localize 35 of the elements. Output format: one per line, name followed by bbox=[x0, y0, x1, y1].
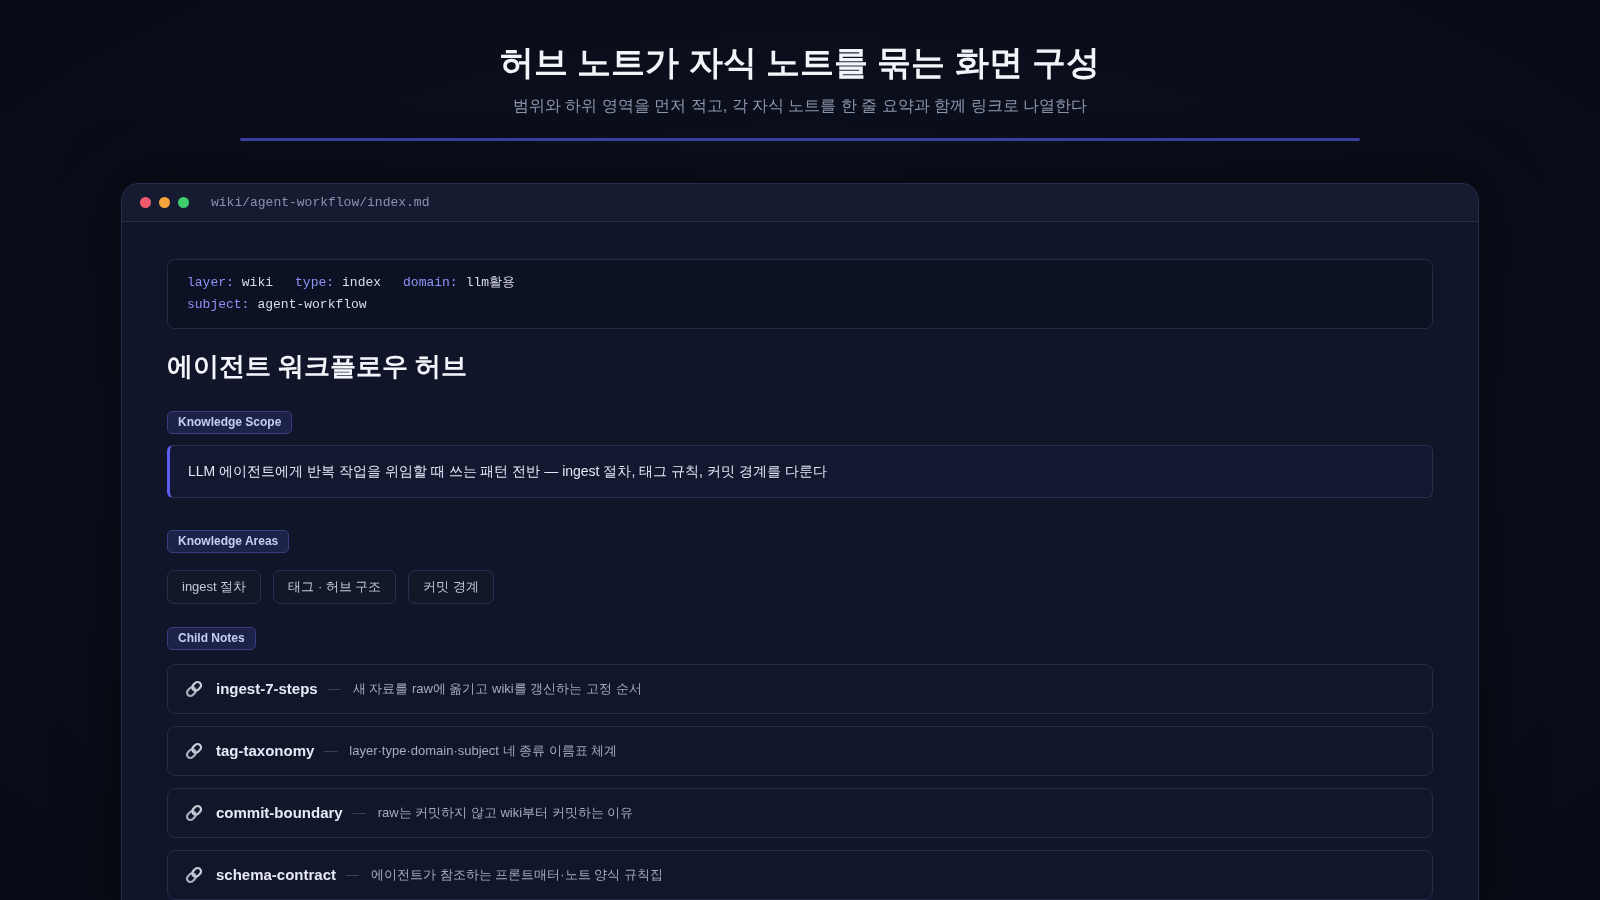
chain-link-icon bbox=[184, 803, 204, 823]
note-link[interactable]: ingest-7-steps bbox=[216, 677, 318, 701]
separator-dash: — bbox=[346, 866, 360, 885]
note-link[interactable]: commit-boundary bbox=[216, 801, 343, 825]
frontmatter-value: index bbox=[342, 274, 382, 292]
frontmatter-key: subject: bbox=[187, 294, 250, 316]
separator-dash: — bbox=[324, 742, 338, 761]
note-summary: 새 자료를 raw에 옮기고 wiki를 갱신하는 고정 순서 bbox=[352, 680, 642, 699]
frontmatter-key: type: bbox=[295, 272, 335, 294]
section-label: Knowledge Areas bbox=[167, 530, 290, 553]
section-label: Knowledge Scope bbox=[167, 411, 293, 434]
chain-link-icon bbox=[184, 741, 204, 761]
section-label: Child Notes bbox=[167, 627, 256, 650]
note-link[interactable]: tag-taxonomy bbox=[216, 739, 315, 763]
area-tag: 커밋 경계 bbox=[408, 570, 495, 604]
scope-text: LLM 에이전트에게 반복 작업을 위임할 때 쓰는 패턴 전반 — ingest 절차, 태그 규칙, 커밋 경계를 다룬다 bbox=[188, 462, 828, 481]
note-summary: raw는 커밋하지 않고 wiki부터 커밋하는 이유 bbox=[377, 804, 634, 823]
area-tag: ingest 절차 bbox=[167, 570, 262, 604]
area-tag: 태그 · 허브 구조 bbox=[273, 570, 397, 604]
separator-dash: — bbox=[352, 804, 366, 823]
frontmatter-value: agent-workflow bbox=[257, 296, 367, 314]
note-summary: 에이전트가 참조하는 프론트매터·노트 양식 규칙집 bbox=[371, 866, 663, 885]
note-heading: 에이전트 워크플로우 허브 bbox=[167, 350, 469, 383]
note-link[interactable]: schema-contract bbox=[216, 863, 337, 887]
separator-dash: — bbox=[327, 680, 341, 699]
chain-link-icon bbox=[184, 865, 204, 885]
chain-link-icon bbox=[184, 679, 204, 699]
file-path: wiki/agent-workflow/index.md bbox=[211, 193, 430, 212]
frontmatter-value: llm활용 bbox=[465, 274, 516, 292]
frontmatter-value: wiki bbox=[241, 274, 274, 292]
frontmatter-key: domain: bbox=[403, 272, 458, 294]
page-title: 허브 노트가 자식 노트를 묶는 화면 구성 bbox=[499, 42, 1101, 83]
frontmatter-key: layer: bbox=[187, 272, 234, 294]
page-subtitle: 범위와 하위 영역을 먼저 적고, 각 자식 노트를 한 줄 요약과 함께 링크로 나열한다 bbox=[512, 96, 1088, 116]
note-summary: layer·type·domain·subject 네 종류 이름표 체계 bbox=[349, 742, 618, 761]
